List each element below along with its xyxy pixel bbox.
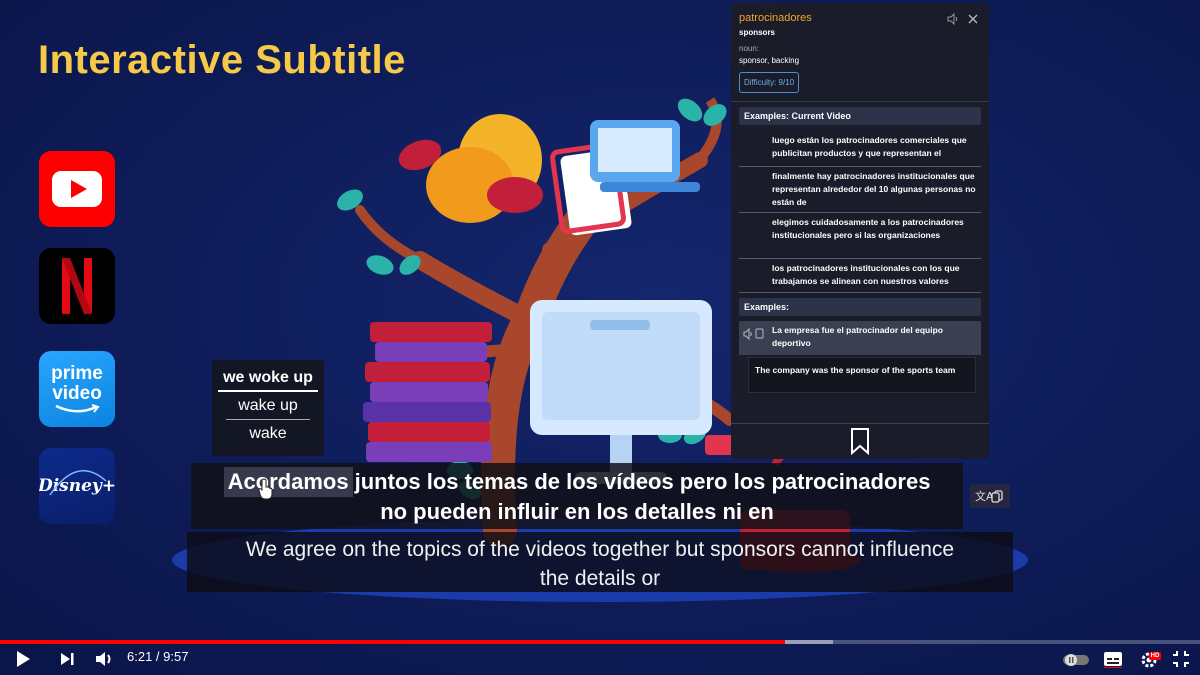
divider — [731, 423, 989, 424]
current-video-example[interactable]: luego están los patrocinadores comercial… — [739, 131, 981, 167]
prime-video-icon: prime video — [39, 351, 115, 427]
mouse-cursor-icon — [258, 478, 273, 500]
translate-toggle-button[interactable]: 文A — [970, 484, 1010, 508]
example-translation-tooltip: The company was the sponsor of the sport… — [748, 357, 976, 393]
difficulty-badge: Difficulty: 9/10 — [739, 72, 800, 93]
examples-header: Examples: — [739, 298, 981, 316]
video-stage[interactable]: Interactive Subtitle prime video Disney+ — [0, 0, 1200, 675]
hd-badge: HD — [1149, 652, 1161, 660]
headline: Interactive Subtitle — [38, 38, 406, 82]
example-selected[interactable]: La empresa fue el patrocinador del equip… — [739, 321, 981, 355]
current-video-examples-header: Examples: Current Video — [739, 107, 981, 125]
play-icon[interactable] — [14, 650, 32, 668]
part-of-speech: noun: — [739, 44, 760, 53]
current-video-example[interactable]: los patrocinadores institucionales con l… — [739, 259, 981, 293]
subtitle-original-line-1-text[interactable]: juntos los temas de los vídeos pero los … — [355, 469, 931, 494]
dictionary-word: patrocinadores — [739, 12, 812, 24]
player-controls: 6:21 / 9:57 HD — [0, 644, 1200, 675]
dictionary-panel: patrocinadores sponsors noun: sponsor, b… — [731, 3, 989, 459]
suggestion-item[interactable]: wake up — [226, 392, 310, 420]
disney-plus-icon: Disney+ — [39, 448, 115, 524]
subtitle-translation: We agree on the topics of the videos tog… — [187, 532, 1013, 592]
volume-icon[interactable] — [95, 650, 115, 668]
autoplay-toggle-icon[interactable] — [1062, 650, 1090, 668]
exit-fullscreen-icon[interactable] — [1172, 650, 1190, 668]
subtitle-translation-line-1: We agree on the topics of the videos tog… — [245, 538, 955, 561]
subtitle-original: Acordamos juntos los temas de los vídeos … — [191, 463, 963, 529]
suggestion-item[interactable]: we woke up — [218, 364, 318, 392]
current-video-example[interactable]: finalmente hay patrocinadores institucio… — [739, 167, 981, 213]
time-display: 6:21 / 9:57 — [127, 649, 189, 664]
speaker-icon[interactable] — [947, 13, 959, 25]
subtitle-word-hovered[interactable]: Acordamos — [223, 467, 353, 497]
word-suggestion-popup: we woke up wake up wake — [212, 360, 324, 456]
translate-icon: 文A — [975, 489, 1003, 503]
next-icon[interactable] — [58, 650, 76, 668]
example-text: La empresa fue el patrocinador del equip… — [772, 325, 943, 348]
youtube-icon — [39, 151, 115, 227]
suggestion-item[interactable]: wake — [226, 420, 310, 448]
dictionary-translation: sponsors — [739, 28, 776, 37]
close-icon[interactable] — [967, 13, 979, 25]
prime-label: prime — [51, 363, 103, 384]
netflix-icon — [39, 248, 115, 324]
subtitle-original-line-2[interactable]: no pueden influir en los detalles ni en — [191, 497, 963, 527]
subtitle-translation-line-2: the details or — [539, 567, 661, 590]
bookmark-icon[interactable] — [849, 427, 871, 455]
subtitle-original-line-1: Acordamos juntos los temas de los vídeos … — [191, 463, 963, 497]
current-video-example[interactable]: elegimos cuidadosamente a los patrocinad… — [739, 213, 981, 259]
dictionary-meaning: sponsor, backing — [739, 56, 800, 65]
speaker-icon[interactable] — [743, 328, 765, 340]
svg-text:文A: 文A — [975, 489, 994, 503]
divider — [731, 101, 989, 102]
subtitles-icon[interactable] — [1103, 650, 1123, 668]
video-label: video — [52, 383, 102, 404]
